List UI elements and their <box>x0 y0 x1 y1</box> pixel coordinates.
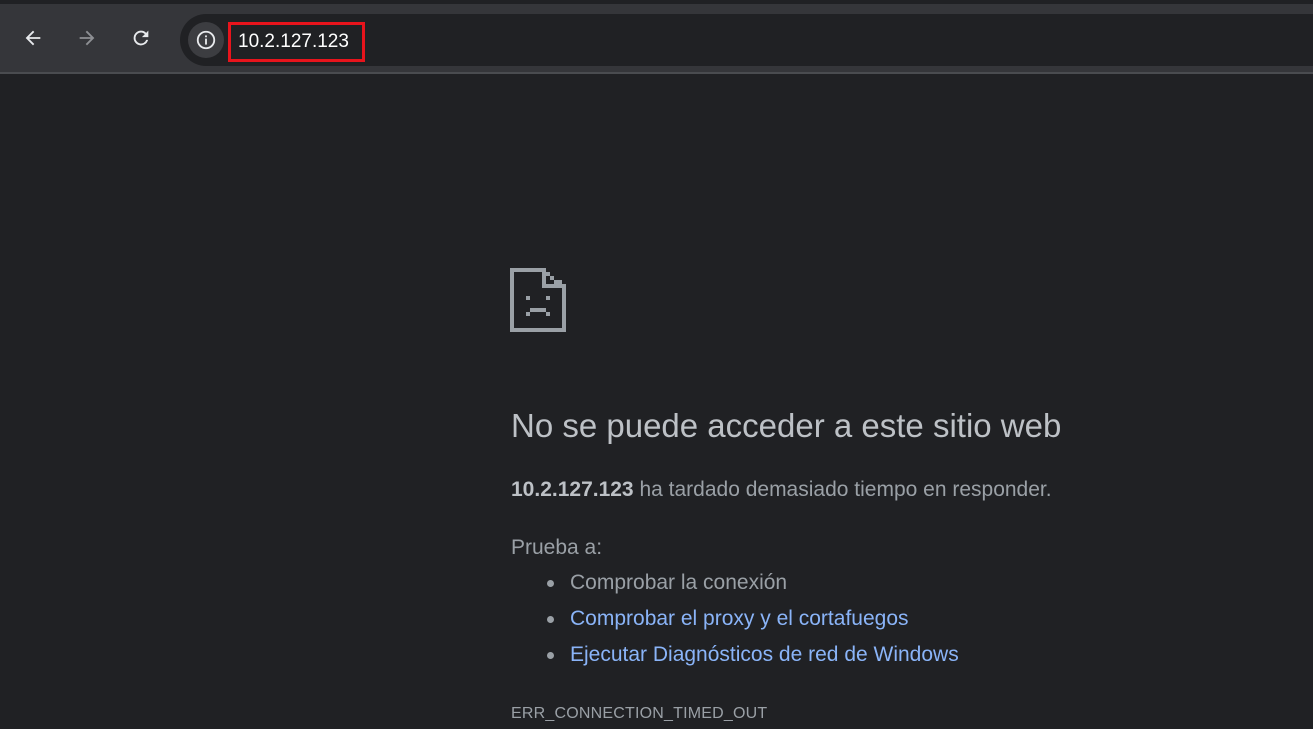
forward-arrow-icon <box>79 30 95 46</box>
reload-icon <box>133 30 149 46</box>
network-diagnostics-link[interactable]: Ejecutar Diagnósticos de red de Windows <box>570 643 959 666</box>
bullet <box>547 652 554 659</box>
suggestion-check-proxy-firewall: Comprobar el proxy y el cortafuegos <box>511 604 959 640</box>
browser-toolbar: 10.2.127.123 <box>0 0 1313 72</box>
check-proxy-firewall-link[interactable]: Comprobar el proxy y el cortafuegos <box>570 607 909 630</box>
address-bar[interactable]: 10.2.127.123 <box>180 14 1313 66</box>
suggestions-list: Comprobar la conexión Comprobar el proxy… <box>511 568 959 676</box>
try-label: Prueba a: <box>511 536 603 559</box>
error-summary: 10.2.127.123 ha tardado demasiado tiempo… <box>511 477 1052 503</box>
sad-page-icon <box>510 268 566 337</box>
suggestion-label: Comprobar la conexión <box>570 571 788 594</box>
url-text[interactable]: 10.2.127.123 <box>238 31 349 53</box>
url-highlight-box: 10.2.127.123 <box>228 22 365 62</box>
error-headline: No se puede acceder a este sitio web <box>511 407 1062 444</box>
toolbar-divider <box>0 72 1313 74</box>
info-icon <box>196 30 216 50</box>
suggestion-network-diagnostics: Ejecutar Diagnósticos de red de Windows <box>511 640 959 676</box>
site-info-button[interactable] <box>188 22 224 58</box>
back-arrow-icon <box>25 30 41 46</box>
back-button[interactable] <box>15 20 51 56</box>
error-code: ERR_CONNECTION_TIMED_OUT <box>511 705 768 722</box>
reload-button[interactable] <box>123 20 159 56</box>
summary-host: 10.2.127.123 <box>511 478 634 501</box>
bullet <box>547 580 554 587</box>
suggestion-check-connection: Comprobar la conexión <box>511 568 959 604</box>
forward-button[interactable] <box>69 20 105 56</box>
bullet <box>547 616 554 623</box>
summary-text: ha tardado demasiado tiempo en responder… <box>633 478 1052 501</box>
